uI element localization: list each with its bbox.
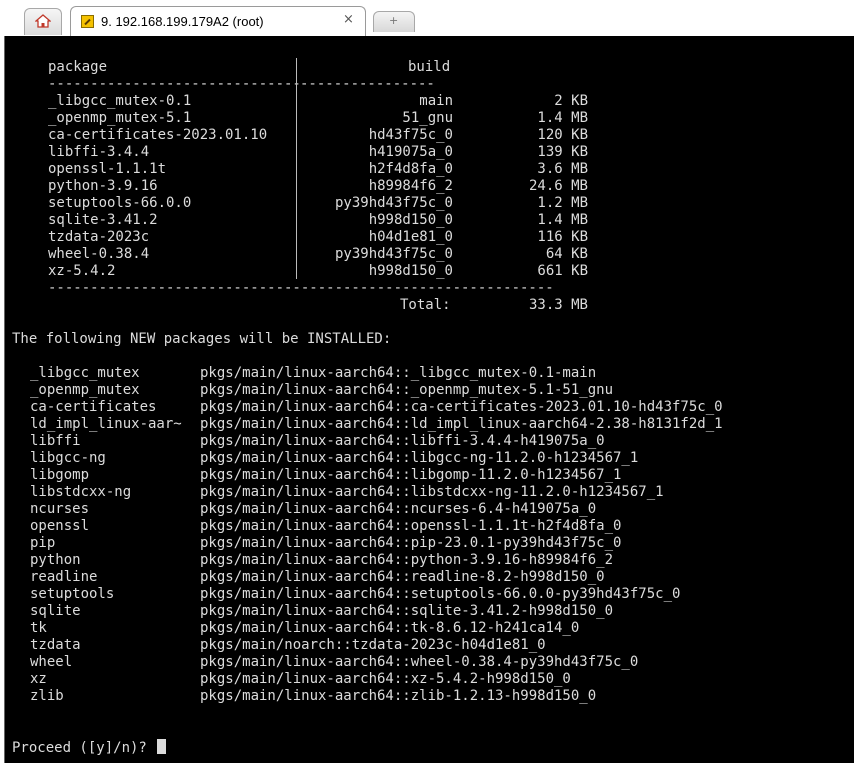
install-package-name: libffi xyxy=(30,433,81,449)
proceed-prompt[interactable]: Proceed ([y]/n)? xyxy=(12,739,167,757)
plus-icon: + xyxy=(389,14,399,27)
install-package-name: wheel xyxy=(30,654,73,670)
tab-bar: 9. 192.168.199.179A2 (root) × + xyxy=(0,0,855,37)
install-package-name: ld_impl_linux-aar~ xyxy=(30,416,182,432)
summary-size: 120 KB xyxy=(537,127,588,143)
total-value: 33.3 MB xyxy=(528,297,588,313)
summary-build: h998d150_0 xyxy=(368,212,453,228)
summary-build: main xyxy=(419,93,453,109)
summary-package-name: _openmp_mutex-5.1 xyxy=(48,110,192,126)
install-package-name: ca-certificates xyxy=(30,399,157,415)
install-package-name: readline xyxy=(30,569,98,585)
summary-build: py39hd43f75c_0 xyxy=(334,195,453,211)
summary-build: h04d1e81_0 xyxy=(368,229,453,245)
install-package-spec: pkgs/main/linux-aarch64::readline-8.2-h9… xyxy=(200,569,605,585)
install-package-spec: pkgs/main/linux-aarch64::zlib-1.2.13-h99… xyxy=(200,688,597,704)
install-package-name: tk xyxy=(30,620,47,636)
summary-build: 51_gnu xyxy=(402,110,453,126)
new-tab-button[interactable]: + xyxy=(373,11,415,32)
close-tab-icon[interactable]: × xyxy=(343,12,354,27)
summary-package-name: _libgcc_mutex-0.1 xyxy=(48,93,192,109)
install-heading: The following NEW packages will be INSTA… xyxy=(12,331,392,347)
header-package: package xyxy=(48,59,108,75)
install-package-spec: pkgs/main/linux-aarch64::xz-5.4.2-h998d1… xyxy=(200,671,571,687)
install-package-spec: pkgs/main/linux-aarch64::libffi-3.4.4-h4… xyxy=(200,433,605,449)
summary-size: 24.6 MB xyxy=(528,178,588,194)
install-package-name: sqlite xyxy=(30,603,81,619)
install-package-spec: pkgs/main/linux-aarch64::ca-certificates… xyxy=(200,399,723,415)
install-package-spec: pkgs/main/linux-aarch64::libgomp-11.2.0-… xyxy=(200,467,622,483)
install-package-spec: pkgs/main/linux-aarch64::pip-23.0.1-py39… xyxy=(200,535,622,551)
install-package-spec: pkgs/main/noarch::tzdata-2023c-h04d1e81_… xyxy=(200,637,546,653)
install-package-spec: pkgs/main/linux-aarch64::_openmp_mutex-5… xyxy=(200,382,614,398)
summary-build: h89984f6_2 xyxy=(368,178,453,194)
install-package-spec: pkgs/main/linux-aarch64::libstdcxx-ng-11… xyxy=(200,484,664,500)
summary-size: 139 KB xyxy=(537,144,588,160)
summary-build: h419075a_0 xyxy=(368,144,453,160)
install-package-spec: pkgs/main/linux-aarch64::sqlite-3.41.2-h… xyxy=(200,603,614,619)
install-package-name: tzdata xyxy=(30,637,81,653)
install-package-spec: pkgs/main/linux-aarch64::wheel-0.38.4-py… xyxy=(200,654,639,670)
terminal-session-icon xyxy=(81,15,94,28)
summary-build: h998d150_0 xyxy=(368,263,453,279)
install-package-spec: pkgs/main/linux-aarch64::openssl-1.1.1t-… xyxy=(200,518,622,534)
session-tab[interactable]: 9. 192.168.199.179A2 (root) × xyxy=(70,6,366,37)
install-package-spec: pkgs/main/linux-aarch64::libgcc-ng-11.2.… xyxy=(200,450,639,466)
summary-size: 661 KB xyxy=(537,263,588,279)
install-package-name: setuptools xyxy=(30,586,115,602)
summary-build: py39hd43f75c_0 xyxy=(334,246,453,262)
install-package-name: libstdcxx-ng xyxy=(30,484,132,500)
install-package-name: libgomp xyxy=(30,467,90,483)
install-package-spec: pkgs/main/linux-aarch64::python-3.9.16-h… xyxy=(200,552,614,568)
summary-size: 2 KB xyxy=(554,93,588,109)
install-package-name: pip xyxy=(30,535,56,551)
header-dashes-right: ---------------- xyxy=(300,76,435,92)
summary-package-name: sqlite-3.41.2 xyxy=(48,212,158,228)
summary-build: h2f4d8fa_0 xyxy=(368,161,453,177)
summary-package-name: libffi-3.4.4 xyxy=(48,144,150,160)
header-build: build xyxy=(408,59,451,75)
summary-package-name: ca-certificates-2023.01.10 xyxy=(48,127,268,143)
prompt-text: Proceed ([y]/n)? xyxy=(12,740,147,756)
summary-package-name: tzdata-2023c xyxy=(48,229,150,245)
install-package-spec: pkgs/main/linux-aarch64::ncurses-6.4-h41… xyxy=(200,501,597,517)
install-package-spec: pkgs/main/linux-aarch64::_libgcc_mutex-0… xyxy=(200,365,597,381)
summary-size: 1.4 MB xyxy=(537,110,588,126)
install-package-spec: pkgs/main/linux-aarch64::ld_impl_linux-a… xyxy=(200,416,723,432)
summary-package-name: xz-5.4.2 xyxy=(48,263,116,279)
summary-size: 64 KB xyxy=(545,246,588,262)
column-separator xyxy=(296,58,297,279)
summary-package-name: setuptools-66.0.0 xyxy=(48,195,192,211)
install-package-name: zlib xyxy=(30,688,64,704)
session-tab-title: 9. 192.168.199.179A2 (root) xyxy=(101,14,264,29)
install-package-spec: pkgs/main/linux-aarch64::setuptools-66.0… xyxy=(200,586,681,602)
install-package-spec: pkgs/main/linux-aarch64::tk-8.6.12-h241c… xyxy=(200,620,580,636)
summary-size: 3.6 MB xyxy=(537,161,588,177)
summary-size: 1.4 MB xyxy=(537,212,588,228)
summary-size: 116 KB xyxy=(537,229,588,245)
total-label: Total: xyxy=(400,297,451,313)
install-package-name: xz xyxy=(30,671,47,687)
terminal-output[interactable]: package build --------------------------… xyxy=(4,36,854,763)
home-tab[interactable] xyxy=(24,8,62,35)
summary-package-name: wheel-0.38.4 xyxy=(48,246,150,262)
install-package-name: libgcc-ng xyxy=(30,450,106,466)
summary-package-name: python-3.9.16 xyxy=(48,178,158,194)
install-package-name: _openmp_mutex xyxy=(30,382,140,398)
summary-build: hd43f75c_0 xyxy=(368,127,453,143)
summary-size: 1.2 MB xyxy=(537,195,588,211)
install-package-name: ncurses xyxy=(30,501,90,517)
install-package-name: openssl xyxy=(30,518,90,534)
summary-package-name: openssl-1.1.1t xyxy=(48,161,167,177)
install-package-name: python xyxy=(30,552,81,568)
header-dashes-left: ------------------------------ xyxy=(48,76,301,92)
home-icon xyxy=(35,14,51,28)
text-cursor xyxy=(157,739,167,754)
install-package-name: _libgcc_mutex xyxy=(30,365,140,381)
footer-dashes: ----------------------------------------… xyxy=(48,280,554,296)
